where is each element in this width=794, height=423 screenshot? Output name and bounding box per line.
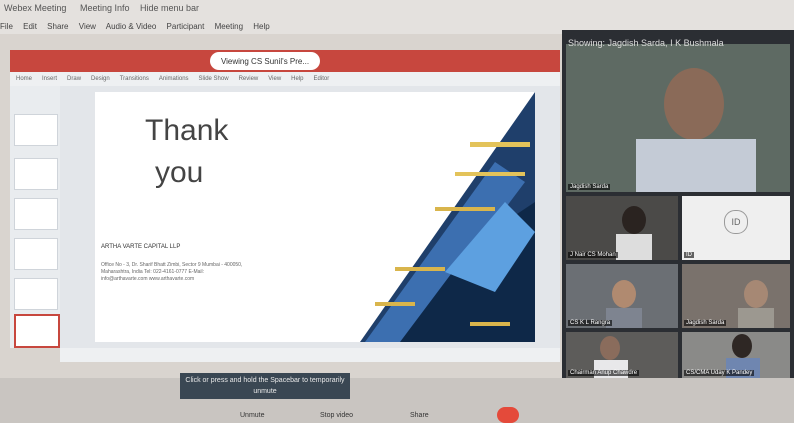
menu-audio-video[interactable]: Audio & Video bbox=[106, 22, 157, 31]
unmute-tooltip: Click or press and hold the Spacebar to … bbox=[180, 373, 350, 399]
participant-tile[interactable]: Chairman Anup Chawdre bbox=[566, 332, 678, 378]
current-slide: Thank you ARTHA VARTE CAPITAL LLP Office… bbox=[95, 92, 535, 342]
ribbon-help: Help bbox=[291, 76, 304, 82]
slide-thumbnail bbox=[14, 158, 58, 190]
slide-title-line2: you bbox=[155, 156, 204, 189]
menu-meeting[interactable]: Meeting bbox=[215, 22, 243, 31]
menu-file[interactable]: File bbox=[0, 22, 13, 31]
participant-name: Jagdish Sarda bbox=[568, 184, 611, 190]
participant-tile[interactable]: J Nair CS Mohan bbox=[566, 196, 678, 260]
speaker-video bbox=[566, 44, 790, 192]
participant-tile[interactable]: CS/CMA Uday K Pandey bbox=[682, 332, 790, 378]
stop-video-button[interactable]: Stop video bbox=[320, 412, 353, 419]
menu-view[interactable]: View bbox=[79, 22, 96, 31]
presentation-ribbon: Home Insert Draw Design Transitions Anim… bbox=[10, 72, 560, 86]
ribbon-editor: Editor bbox=[313, 76, 330, 82]
ribbon-insert: Insert bbox=[42, 76, 58, 82]
ribbon-animations: Animations bbox=[158, 76, 189, 82]
meeting-info-link[interactable]: Meeting Info bbox=[80, 3, 130, 13]
presentation-status-bar bbox=[60, 348, 560, 362]
company-address: Office No - 3, Dr. Sharif Bhatt Zimbi, S… bbox=[101, 262, 243, 282]
share-banner[interactable]: Viewing CS Sunil's Pre... bbox=[210, 52, 320, 70]
participant-name: CS K L Rangra bbox=[568, 320, 613, 326]
ribbon-design: Design bbox=[91, 76, 110, 82]
slide-thumbnail bbox=[14, 278, 58, 310]
ribbon-view: View bbox=[268, 76, 282, 82]
unmute-button[interactable]: Unmute bbox=[240, 412, 265, 419]
ribbon-transitions: Transitions bbox=[119, 76, 149, 82]
building-photo bbox=[360, 92, 535, 342]
ribbon-home: Home bbox=[16, 76, 33, 82]
participant-name: ID bbox=[684, 252, 694, 258]
leave-meeting-button[interactable] bbox=[497, 407, 519, 423]
hide-menu-bar-link[interactable]: Hide menu bar bbox=[140, 3, 199, 13]
participant-name: Chairman Anup Chawdre bbox=[568, 370, 640, 376]
app-title: Webex Meeting bbox=[4, 3, 67, 13]
menu-share[interactable]: Share bbox=[47, 22, 68, 31]
meeting-controls-bar bbox=[0, 378, 794, 423]
slide-thumbnail bbox=[14, 114, 58, 146]
participants-panel: Jagdish Sarda J Nair CS Mohan ID ID CS K… bbox=[562, 30, 794, 380]
participant-name: CS/CMA Uday K Pandey bbox=[684, 370, 755, 376]
slide-thumbnail bbox=[14, 198, 58, 230]
participant-name: Jagdish Sarda bbox=[684, 320, 727, 326]
participants-panel-title: Showing: Jagdish Sarda, I K Bushmala bbox=[568, 38, 724, 48]
participant-tile[interactable]: Jagdish Sarda bbox=[682, 264, 790, 328]
participant-video bbox=[606, 280, 642, 328]
participant-video bbox=[738, 280, 774, 328]
participant-tile[interactable]: ID ID bbox=[682, 196, 790, 260]
ribbon-draw: Draw bbox=[67, 76, 82, 82]
slide-title-line1: Thank bbox=[145, 114, 229, 147]
slide-thumbnail bbox=[14, 238, 58, 270]
ribbon-review: Review bbox=[238, 76, 259, 82]
participant-video bbox=[616, 206, 652, 260]
menu-help[interactable]: Help bbox=[253, 22, 269, 31]
share-button[interactable]: Share bbox=[410, 412, 429, 419]
menu-edit[interactable]: Edit bbox=[23, 22, 37, 31]
menu-participant[interactable]: Participant bbox=[167, 22, 205, 31]
active-speaker-tile[interactable]: Jagdish Sarda bbox=[566, 44, 790, 192]
participant-name: J Nair CS Mohan bbox=[568, 252, 618, 258]
avatar: ID bbox=[724, 210, 748, 234]
ribbon-slideshow: Slide Show bbox=[198, 76, 229, 82]
slide-thumbnail-selected bbox=[14, 314, 60, 348]
menu-bar: File Edit Share View Audio & Video Parti… bbox=[0, 22, 560, 38]
company-logo-text: ARTHA VARTE CAPITAL LLP bbox=[101, 244, 181, 250]
slide-thumbnails bbox=[10, 86, 60, 348]
participant-tile[interactable]: CS K L Rangra bbox=[566, 264, 678, 328]
